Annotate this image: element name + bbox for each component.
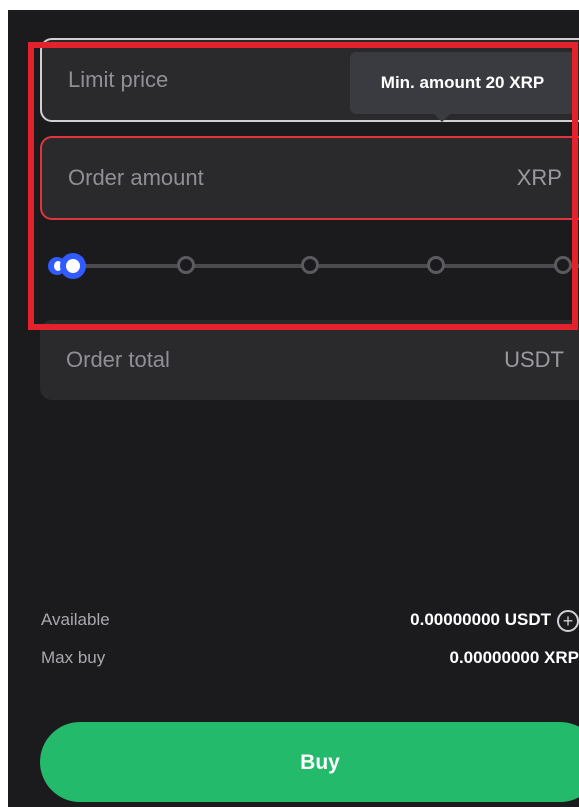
plus-circle-icon[interactable]: + <box>557 610 579 632</box>
order-total-placeholder: Order total <box>66 347 170 372</box>
order-amount-input[interactable]: Order amount XRP <box>40 136 579 220</box>
order-total-unit: USDT <box>504 347 564 372</box>
amount-slider[interactable] <box>46 250 579 280</box>
slider-step-25[interactable] <box>177 256 195 274</box>
order-panel: Limit price Min. amount 20 XRP Order amo… <box>8 10 579 807</box>
available-value: 0.00000000 USDT <box>410 610 551 629</box>
available-balance-row: Available 0.00000000 USDT + <box>41 610 579 636</box>
limit-price-placeholder: Limit price <box>68 67 169 92</box>
order-total-input[interactable]: Order total USDT <box>40 320 579 400</box>
min-amount-tooltip: Min. amount 20 XRP <box>350 52 575 114</box>
max-buy-label: Max buy <box>41 648 106 667</box>
order-amount-unit: XRP <box>516 165 562 190</box>
max-buy-row: Max buy 0.00000000 XRP <box>41 648 579 674</box>
slider-step-100[interactable] <box>554 256 572 274</box>
order-amount-placeholder: Order amount <box>68 165 204 190</box>
buy-button[interactable]: Buy <box>40 722 579 802</box>
max-buy-value: 0.00000000 XRP <box>449 648 579 667</box>
slider-track[interactable] <box>66 264 579 268</box>
slider-step-50[interactable] <box>301 256 319 274</box>
slider-handle[interactable] <box>60 253 86 279</box>
tooltip-arrow <box>434 114 450 122</box>
slider-step-75[interactable] <box>427 256 445 274</box>
available-label: Available <box>41 610 110 629</box>
